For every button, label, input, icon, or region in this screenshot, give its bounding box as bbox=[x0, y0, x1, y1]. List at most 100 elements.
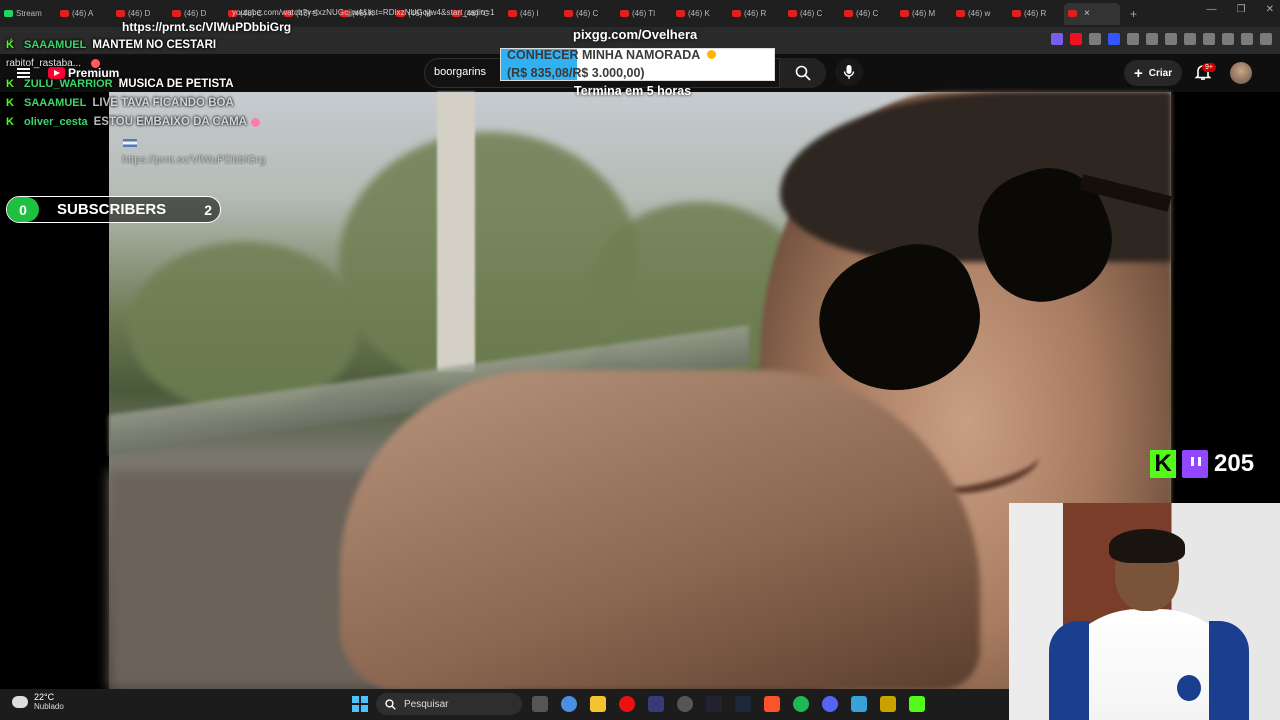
pix-goal-time-left: Termina em 5 horas bbox=[574, 84, 692, 98]
app-arrow-icon[interactable] bbox=[706, 696, 722, 712]
chat-text: ESTOU EMBAIXO DA CAMA bbox=[93, 116, 247, 128]
browser-tab[interactable]: (46) I bbox=[504, 3, 560, 25]
chat-text: MUSICA DE PETISTA bbox=[118, 78, 234, 90]
browser-tab[interactable]: (46) C bbox=[560, 3, 616, 25]
close-tab-icon[interactable]: × bbox=[1084, 8, 1090, 19]
kick-logo-icon: K bbox=[1150, 450, 1176, 478]
subscribers-label: SUBSCRIBERS bbox=[57, 201, 167, 218]
video-arm bbox=[340, 370, 980, 690]
browser-tab-label: (46) A bbox=[72, 9, 94, 18]
browser-tab[interactable]: (46) C bbox=[840, 3, 896, 25]
browser-tab-label: (46) Tl bbox=[632, 9, 655, 18]
extension-icon[interactable] bbox=[1089, 33, 1101, 45]
minimize-icon[interactable]: — bbox=[1207, 4, 1217, 15]
youtube-icon bbox=[564, 10, 573, 17]
youtube-icon bbox=[620, 10, 629, 17]
youtube-icon bbox=[116, 10, 125, 17]
extension-icon[interactable] bbox=[1146, 33, 1158, 45]
brave-icon[interactable] bbox=[764, 696, 780, 712]
youtube-icon bbox=[1068, 10, 1077, 17]
browser-tab[interactable]: (46) R bbox=[728, 3, 784, 25]
browser-tab[interactable]: (46) C bbox=[784, 3, 840, 25]
menu-icon[interactable] bbox=[1260, 33, 1272, 45]
close-window-icon[interactable]: ✕ bbox=[1266, 4, 1274, 15]
music-icon[interactable] bbox=[1184, 33, 1196, 45]
search-icon bbox=[385, 698, 396, 710]
chat-username: SAAAMUEL bbox=[24, 39, 87, 51]
browser-tab-label: (46) I bbox=[520, 9, 539, 18]
weather-widget[interactable]: 22°C Nublado bbox=[12, 692, 64, 711]
chat-text: LIVE TAVA FICANDO BOA bbox=[92, 97, 234, 109]
browser-tab-label: (46) D bbox=[128, 9, 151, 18]
chat-username: rabitof_rastaba... bbox=[6, 58, 82, 69]
new-tab-button[interactable]: + bbox=[1130, 7, 1137, 21]
browser-tab-label: (46) w bbox=[968, 9, 991, 18]
obs-icon[interactable] bbox=[677, 696, 693, 712]
browser-tab-label: (46) D bbox=[184, 9, 207, 18]
search-icon bbox=[795, 65, 811, 81]
viewer-counter: K 205 bbox=[1150, 450, 1254, 478]
opera-icon[interactable] bbox=[619, 696, 635, 712]
taskbar-search[interactable]: Pesquisar bbox=[376, 693, 522, 715]
browser-tab[interactable]: Stream bbox=[0, 3, 56, 25]
chrome-icon[interactable] bbox=[561, 696, 577, 712]
webcam-hair bbox=[1109, 529, 1185, 563]
youtube-icon bbox=[1012, 10, 1021, 17]
kick-icon: K bbox=[6, 97, 14, 109]
notepad-icon[interactable] bbox=[851, 696, 867, 712]
account-avatar[interactable] bbox=[1230, 62, 1252, 84]
browser-tab[interactable]: (46) R bbox=[1008, 3, 1064, 25]
app-icon[interactable] bbox=[880, 696, 896, 712]
weather-description: Nublado bbox=[34, 702, 64, 711]
wallet-icon[interactable] bbox=[1222, 33, 1234, 45]
browser-tab-label: (46) M bbox=[912, 9, 936, 18]
shield-icon[interactable] bbox=[1241, 33, 1253, 45]
browser-tab-label: (46) C bbox=[800, 9, 823, 18]
browser-tab[interactable]: (46) Tl bbox=[616, 3, 672, 25]
chat-message: K oliver_cesta ESTOU EMBAIXO DA CAMA bbox=[6, 116, 260, 128]
notification-badge: 9+ bbox=[1202, 63, 1216, 72]
chat-message: K SAAAMUEL MANTEM NO CESTARI bbox=[6, 39, 216, 51]
browser-tab[interactable]: (46) w bbox=[952, 3, 1008, 25]
weather-temperature: 22°C bbox=[34, 692, 55, 702]
extension-icon[interactable] bbox=[1127, 33, 1139, 45]
pix-goal-title: pixgg.com/Ovelhera bbox=[573, 27, 698, 42]
extension-icon[interactable] bbox=[1070, 33, 1082, 45]
youtube-icon bbox=[844, 10, 853, 17]
weather-text: 22°C Nublado bbox=[34, 692, 64, 711]
browser-tab[interactable]: (46) M bbox=[896, 3, 952, 25]
steam-icon[interactable] bbox=[735, 696, 751, 712]
search-button[interactable] bbox=[780, 58, 826, 88]
cloud-icon bbox=[12, 695, 28, 708]
browser-tab-label: (46) C bbox=[856, 9, 879, 18]
file-explorer-icon[interactable] bbox=[590, 696, 606, 712]
extension-icon[interactable] bbox=[1108, 33, 1120, 45]
browser-tab[interactable]: × bbox=[1064, 2, 1120, 25]
browser-tab[interactable]: (46) K bbox=[672, 3, 728, 25]
kick-icon: K bbox=[6, 78, 14, 90]
extension-icon[interactable] bbox=[1051, 33, 1063, 45]
youtube-icon bbox=[676, 10, 685, 17]
emoji-icon bbox=[707, 50, 717, 59]
discord-icon[interactable] bbox=[822, 696, 838, 712]
chat-text: MANTEM NO CESTARI bbox=[92, 39, 217, 51]
subscribers-goal: 2 bbox=[204, 201, 212, 218]
maximize-icon[interactable]: ❐ bbox=[1237, 4, 1246, 15]
create-label: Criar bbox=[1148, 67, 1173, 79]
chat-message: K ZULU_WARRIOR MUSICA DE PETISTA bbox=[6, 78, 234, 90]
sidebar-icon[interactable] bbox=[1203, 33, 1215, 45]
create-button[interactable]: + Criar bbox=[1124, 60, 1183, 86]
spotify-icon[interactable] bbox=[793, 696, 809, 712]
url-field[interactable]: youtube.com/watch?v=lxzNUGcjjw4&list=RDl… bbox=[232, 8, 495, 17]
hamburger-menu-icon[interactable] bbox=[17, 68, 30, 78]
pix-goal-name: CONHECER MINHA NAMORADA bbox=[507, 48, 717, 62]
voice-search-button[interactable] bbox=[835, 58, 863, 86]
app-icon[interactable] bbox=[648, 696, 664, 712]
task-view-icon[interactable] bbox=[532, 696, 548, 712]
windows-start-icon[interactable] bbox=[352, 696, 368, 712]
browser-tab[interactable]: (46) A bbox=[56, 3, 112, 25]
youtube-icon bbox=[956, 10, 965, 17]
extension-icon[interactable] bbox=[1165, 33, 1177, 45]
kick-app-icon[interactable] bbox=[909, 696, 925, 712]
video-pole bbox=[437, 92, 475, 372]
